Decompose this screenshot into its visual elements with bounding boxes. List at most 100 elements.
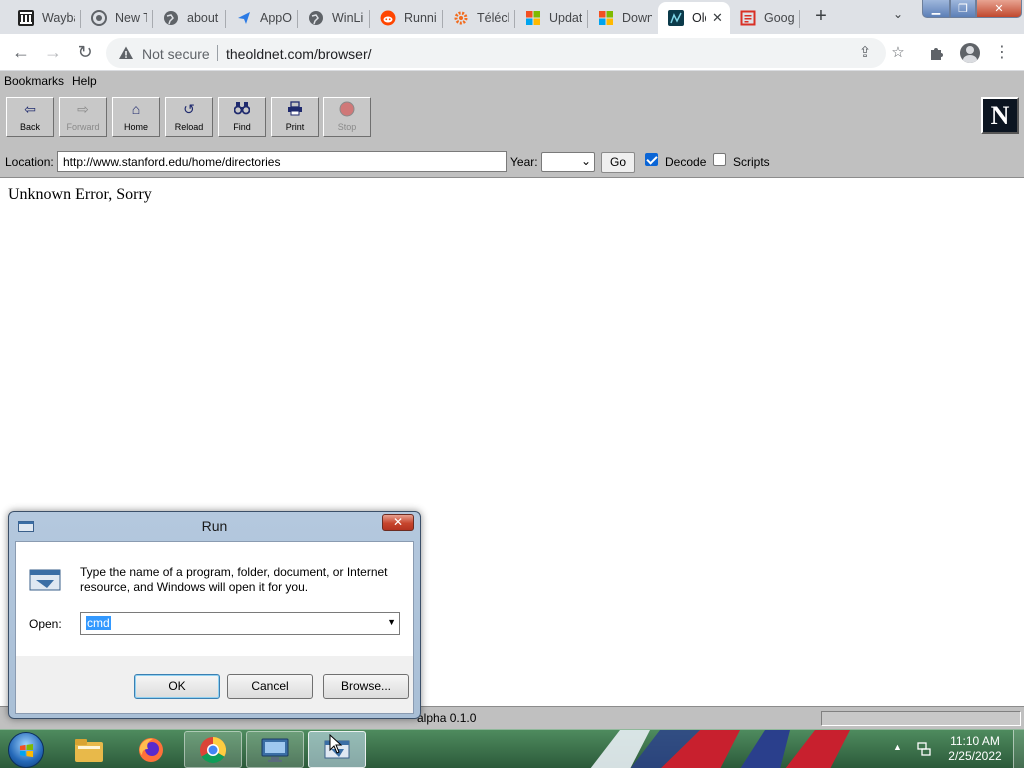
go-button[interactable]: Go [601,152,635,173]
file-explorer-icon [75,738,103,762]
forward-arrow-icon[interactable]: → [41,41,65,65]
tab-apponfly[interactable]: AppOnFly [226,2,298,34]
oldnet-stop-button[interactable]: Stop [323,97,371,137]
show-desktop-button[interactable] [1013,730,1024,768]
tab-label: Running [404,11,437,25]
tab-search-icon[interactable]: ⌄ [888,7,908,27]
tab-google[interactable]: Google [730,2,800,34]
tab-winlibre[interactable]: WinLibre [298,2,370,34]
printer-icon [272,101,318,118]
tab-label: Wayback Machine [42,11,75,25]
home-icon: ⌂ [131,101,141,117]
tab-new-tab[interactable]: New Tab [81,2,153,34]
warning-icon[interactable] [118,45,134,61]
wallpaper-graphic [590,730,850,768]
tab-oldnet[interactable]: OldNet ✕ [658,2,730,34]
profile-avatar-icon[interactable] [960,43,980,63]
microsoft-icon [525,10,541,26]
security-label[interactable]: Not secure [142,46,210,62]
menu-kebab-icon[interactable]: ⋮ [992,43,1012,63]
netscape-logo: N [981,97,1019,134]
year-label: Year: [510,155,538,169]
tab-running[interactable]: Running [370,2,443,34]
bookmark-star-icon[interactable]: ☆ [889,44,907,62]
ok-button[interactable]: OK [134,674,220,699]
oldnet-home-button[interactable]: ⌂ Home [112,97,160,137]
oldnet-print-button[interactable]: Print [271,97,319,137]
open-input[interactable]: cmd ▼ [80,612,400,635]
back-arrow-icon[interactable]: ← [9,41,33,65]
new-tab-button[interactable]: + [809,6,833,28]
share-icon[interactable]: ⇪ [856,44,874,62]
dialog-title: Run [201,518,228,534]
browse-button[interactable]: Browse... [323,674,409,699]
clock-date: 2/25/2022 [948,749,1002,763]
error-message: Unknown Error, Sorry [8,186,152,203]
clock-time: 11:10 AM [950,734,1000,748]
taskbar-firefox[interactable] [122,731,180,768]
menu-bookmarks[interactable]: Bookmarks [4,74,64,88]
year-select[interactable]: ⌄ [541,152,595,172]
dialog-close-button[interactable]: ✕ [382,514,414,531]
remote-desktop-icon [261,738,289,762]
taskbar-chrome[interactable] [184,731,242,768]
tab-about[interactable]: about [153,2,226,34]
gear-icon [453,10,469,26]
send-icon [236,10,252,26]
tab-wayback[interactable]: Wayback Machine [8,2,81,34]
oldnet-reload-button[interactable]: ↺ Reload [165,97,213,137]
extensions-icon[interactable] [927,43,947,63]
reddit-icon [380,10,396,26]
taskbar-file-explorer[interactable] [60,731,118,768]
system-tray: ▲ 11:10 AM 2/25/2022 [890,730,1024,768]
oldnet-icon [668,10,684,26]
globe-icon [308,10,324,26]
back-icon: ⇦ [24,101,36,117]
reload-icon: ↺ [183,101,195,117]
decode-checkbox[interactable] [645,153,658,166]
dropdown-arrow-icon[interactable]: ▼ [387,617,396,627]
dialog-description: Type the name of a program, folder, docu… [80,565,388,594]
system-clock[interactable]: 11:10 AM 2/25/2022 [940,734,1010,764]
close-window-icon[interactable]: ✕ [976,0,1022,18]
oldnet-toolbar: ⇦ Back ⇨ Forward ⌂ Home ↺ Reload Find Pr… [0,92,1024,143]
chevron-down-icon: ⌄ [580,154,591,168]
network-icon[interactable] [916,741,932,757]
tab-update[interactable]: Update [515,2,588,34]
cancel-button[interactable]: Cancel [227,674,313,699]
globe-icon [163,10,179,26]
tray-expand-icon[interactable]: ▲ [893,742,902,752]
scripts-checkbox[interactable] [713,153,726,166]
url-text[interactable]: theoldnet.com/browser/ [226,46,372,62]
firefox-icon [139,737,163,762]
browser-toolbar: ← → ↻ Not secure theoldnet.com/browser/ … [0,34,1024,71]
decode-label: Decode [665,155,707,169]
windows-taskbar: ▲ 11:10 AM 2/25/2022 [0,729,1024,768]
location-input[interactable]: http://www.stanford.edu/home/directories [57,151,507,172]
reload-icon[interactable]: ↻ [73,41,97,65]
start-button[interactable] [8,732,44,768]
taskbar-remote-desktop[interactable] [246,731,304,768]
status-version: alpha 0.1.0 [417,711,477,725]
oldnet-find-button[interactable]: Find [218,97,266,137]
dialog-client-area: Type the name of a program, folder, docu… [15,541,414,714]
restore-icon[interactable]: ❐ [950,0,976,18]
open-label: Open: [29,617,62,631]
run-program-icon [29,569,61,591]
wayback-icon [18,10,34,26]
oldnet-back-button[interactable]: ⇦ Back [6,97,54,137]
tab-label: New Tab [115,11,147,25]
oldnet-forward-button[interactable]: ⇨ Forward [59,97,107,137]
status-progress-field [821,711,1021,726]
close-tab-icon[interactable]: ✕ [712,10,723,26]
omnibox[interactable]: Not secure theoldnet.com/browser/ ⇪ ☆ [106,38,905,68]
window-controls: ▁ ❐ ✕ [922,0,1022,20]
tab-download[interactable]: Download [588,2,658,34]
scripts-label: Scripts [733,155,770,169]
stop-icon [324,101,370,118]
minimize-icon[interactable]: ▁ [922,0,950,18]
menu-help[interactable]: Help [72,74,97,88]
chrome-icon [91,10,107,26]
tab-telecharger[interactable]: Télécharger [443,2,515,34]
tab-label: about [187,11,219,25]
